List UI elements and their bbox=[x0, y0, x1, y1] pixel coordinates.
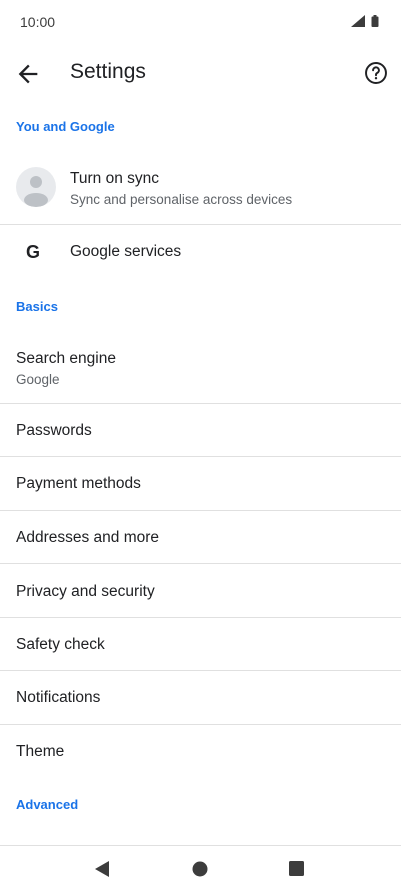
status-time: 10:00 bbox=[20, 14, 56, 30]
status-icons bbox=[351, 15, 379, 27]
addresses-row[interactable]: Addresses and more bbox=[0, 511, 401, 563]
addresses-label: Addresses and more bbox=[16, 529, 160, 546]
passwords-row[interactable]: Passwords bbox=[0, 404, 401, 456]
back-button[interactable] bbox=[14, 60, 42, 88]
help-button[interactable] bbox=[363, 60, 389, 86]
google-icon: G bbox=[26, 242, 41, 262]
search-engine-label: Search engine bbox=[16, 350, 116, 367]
privacy-security-row[interactable]: Privacy and security bbox=[0, 564, 401, 616]
section-basics: Basics bbox=[16, 299, 58, 314]
safety-check-row[interactable]: Safety check bbox=[0, 618, 401, 670]
search-engine-value: Google bbox=[16, 372, 60, 387]
account-icon bbox=[24, 176, 48, 207]
arrow-back-icon bbox=[18, 64, 38, 84]
turn-on-sync-row[interactable]: Turn on sync Sync and personalise across… bbox=[0, 160, 401, 224]
divider bbox=[0, 224, 401, 225]
sync-title: Turn on sync bbox=[70, 170, 160, 187]
status-bar: 10:00 bbox=[0, 0, 401, 44]
payment-methods-row[interactable]: Payment methods bbox=[0, 457, 401, 509]
nav-home-icon[interactable] bbox=[192, 861, 208, 877]
google-services-label: Google services bbox=[70, 243, 182, 260]
navigation-bar bbox=[0, 846, 401, 892]
payment-methods-label: Payment methods bbox=[16, 475, 141, 492]
notifications-row[interactable]: Notifications bbox=[0, 671, 401, 723]
section-advanced: Advanced bbox=[16, 797, 79, 812]
passwords-label: Passwords bbox=[16, 422, 92, 439]
section-you-and-google: You and Google bbox=[16, 119, 115, 134]
nav-recents-icon[interactable] bbox=[289, 861, 304, 876]
nav-back-icon[interactable] bbox=[94, 860, 110, 878]
help-icon bbox=[365, 62, 387, 84]
theme-label: Theme bbox=[16, 743, 65, 760]
search-engine-row[interactable]: Search engine Google bbox=[0, 338, 401, 402]
sync-subtitle: Sync and personalise across devices bbox=[70, 192, 293, 207]
signal-icon bbox=[351, 15, 365, 27]
privacy-security-label: Privacy and security bbox=[16, 583, 155, 600]
google-services-row[interactable]: G Google services bbox=[0, 226, 401, 278]
safety-check-label: Safety check bbox=[16, 636, 105, 653]
theme-row[interactable]: Theme bbox=[0, 725, 401, 777]
battery-icon bbox=[371, 15, 379, 27]
notifications-label: Notifications bbox=[16, 689, 101, 706]
app-bar: Settings bbox=[0, 44, 401, 104]
page-title: Settings bbox=[70, 60, 146, 83]
avatar bbox=[16, 167, 56, 207]
